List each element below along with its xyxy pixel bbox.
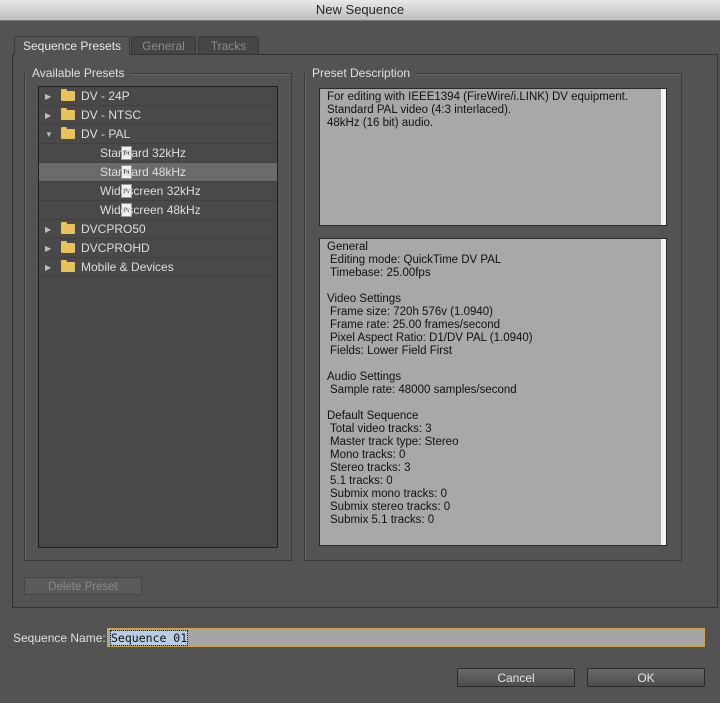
delete-preset-button[interactable]: Delete Preset xyxy=(24,577,142,595)
tree-item-widescreen-48khz[interactable]: Pr Widescreen 48kHz xyxy=(39,201,277,220)
tree-item-label: DVCPRO50 xyxy=(81,222,146,236)
folder-icon xyxy=(61,222,75,234)
tree-item-label: DV - PAL xyxy=(81,127,131,141)
window-title: New Sequence xyxy=(0,0,720,21)
detail-editing-mode: Editing mode: QuickTime DV PAL xyxy=(330,254,502,266)
tree-item-standard-48khz[interactable]: Pr Standard 48kHz xyxy=(39,163,277,182)
tree-item-standard-32khz[interactable]: Pr Standard 32kHz xyxy=(39,144,277,163)
triangle-right-icon[interactable]: ▶ xyxy=(45,106,55,125)
preset-description-label: Preset Description xyxy=(306,66,417,80)
tab-sequence-presets[interactable]: Sequence Presets xyxy=(14,36,130,55)
detail-submix-stereo: Submix stereo tracks: 0 xyxy=(330,501,451,513)
triangle-right-icon[interactable]: ▶ xyxy=(45,239,55,258)
tree-item-label: DV - NTSC xyxy=(81,108,141,122)
tree-item-label: Mobile & Devices xyxy=(81,260,174,274)
sequence-name-input[interactable]: Sequence 01 xyxy=(107,628,705,647)
triangle-down-icon[interactable]: ▼ xyxy=(45,125,55,144)
description-line: 48kHz (16 bit) audio. xyxy=(327,117,434,129)
section-title-general: General xyxy=(327,241,368,253)
ok-button[interactable]: OK xyxy=(587,668,705,687)
scrollbar[interactable] xyxy=(661,89,666,225)
detail-submix-mono: Submix mono tracks: 0 xyxy=(330,488,447,500)
detail-stereo: Stereo tracks: 3 xyxy=(330,462,411,474)
preset-description-text[interactable]: For editing with IEEE1394 (FireWire/i.LI… xyxy=(319,88,667,226)
triangle-right-icon[interactable]: ▶ xyxy=(45,220,55,239)
tree-item-dv-ntsc[interactable]: ▶ DV - NTSC xyxy=(39,106,277,125)
tree-item-label: DV - 24P xyxy=(81,89,130,103)
tree-item-widescreen-32khz[interactable]: Pr Widescreen 32kHz xyxy=(39,182,277,201)
tree-item-dv-pal[interactable]: ▼ DV - PAL xyxy=(39,125,277,144)
tree-item-dv-24p[interactable]: ▶ DV - 24P xyxy=(39,87,277,106)
available-presets-label: Available Presets xyxy=(26,66,131,80)
tree-item-label: Widescreen 32kHz xyxy=(100,184,201,198)
presets-tree[interactable]: ▶ DV - 24P ▶ DV - NTSC ▼ DV - PAL Pr Sta… xyxy=(38,86,278,548)
section-title-audio: Audio Settings xyxy=(327,371,402,383)
description-line: For editing with IEEE1394 (FireWire/i.LI… xyxy=(327,91,629,103)
preset-details-text[interactable]: General Editing mode: QuickTime DV PAL T… xyxy=(319,238,667,546)
detail-mono: Mono tracks: 0 xyxy=(330,449,406,461)
tree-item-dvcprohd[interactable]: ▶ DVCPROHD xyxy=(39,239,277,258)
folder-icon xyxy=(61,127,75,139)
detail-frame-size: Frame size: 720h 576v (1.0940) xyxy=(330,306,494,318)
folder-icon xyxy=(61,241,75,253)
folder-icon xyxy=(61,108,75,120)
detail-frame-rate: Frame rate: 25.00 frames/second xyxy=(330,319,501,331)
description-line: Standard PAL video (4:3 interlaced). xyxy=(327,104,512,116)
tree-item-label: Standard 48kHz xyxy=(100,165,187,179)
tree-item-label: Widescreen 48kHz xyxy=(100,203,201,217)
detail-master-type: Master track type: Stereo xyxy=(330,436,459,448)
detail-five-one: 5.1 tracks: 0 xyxy=(330,475,393,487)
detail-total-video: Total video tracks: 3 xyxy=(330,423,432,435)
detail-fields: Fields: Lower Field First xyxy=(330,345,453,357)
tree-item-label: Standard 32kHz xyxy=(100,146,187,160)
tree-item-dvcpro50[interactable]: ▶ DVCPRO50 xyxy=(39,220,277,239)
section-title-video: Video Settings xyxy=(327,293,401,305)
section-title-default-sequence: Default Sequence xyxy=(327,410,419,422)
tree-item-mobile-devices[interactable]: ▶ Mobile & Devices xyxy=(39,258,277,277)
detail-sample-rate: Sample rate: 48000 samples/second xyxy=(330,384,517,396)
sequence-name-value[interactable]: Sequence 01 xyxy=(109,630,189,646)
tab-tracks[interactable]: Tracks xyxy=(198,36,259,54)
sequence-name-label: Sequence Name: xyxy=(13,631,106,645)
triangle-right-icon[interactable]: ▶ xyxy=(45,258,55,277)
tree-item-label: DVCPROHD xyxy=(81,241,150,255)
scrollbar[interactable] xyxy=(661,239,666,545)
detail-submix-51: Submix 5.1 tracks: 0 xyxy=(330,514,435,526)
cancel-button[interactable]: Cancel xyxy=(457,668,575,687)
tab-general[interactable]: General xyxy=(131,36,196,54)
detail-timebase: Timebase: 25.00fps xyxy=(330,267,431,279)
folder-icon xyxy=(61,89,75,101)
detail-pixel-aspect: Pixel Aspect Ratio: D1/DV PAL (1.0940) xyxy=(330,332,533,344)
triangle-right-icon[interactable]: ▶ xyxy=(45,87,55,106)
folder-icon xyxy=(61,260,75,272)
